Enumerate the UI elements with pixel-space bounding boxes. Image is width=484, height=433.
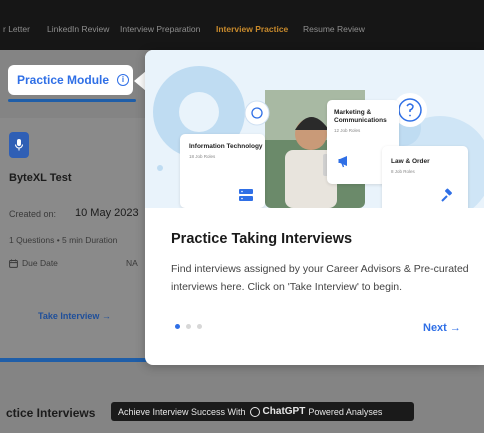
interview-card-bar (0, 358, 158, 362)
due-date-value: NA (126, 258, 138, 268)
onboarding-popover: Information Technology 18 Job Roles Mark… (145, 50, 484, 365)
chatgpt-promo-pill: Achieve Interview Success With ChatGPT P… (111, 402, 414, 421)
practice-module-underline (8, 99, 136, 102)
card-marketing-title: Marketing & Communications (334, 109, 387, 124)
nav-tab-resume-review[interactable]: Resume Review (303, 24, 365, 34)
popover-illustration: Information Technology 18 Job Roles Mark… (145, 50, 484, 208)
card-marketing-subtitle: 12 Job Roles (334, 128, 361, 133)
promo-brand: ChatGPT (262, 406, 306, 417)
practice-interviews-heading: ctice Interviews (6, 406, 96, 420)
next-button[interactable]: Next → (423, 322, 461, 334)
card-law-subtitle: 8 Job Roles (391, 169, 415, 174)
card-it-subtitle: 18 Job Roles (189, 154, 216, 159)
gavel-icon (441, 188, 452, 202)
nav-tab-interview-practice[interactable]: Interview Practice (216, 24, 288, 34)
pagination-dots (175, 324, 202, 329)
created-on-date: 10 May 2023 (75, 207, 139, 219)
pagination-dot-1[interactable] (175, 324, 180, 329)
promo-suffix: Powered Analyses (308, 406, 383, 417)
due-date-label: Due Date (22, 258, 58, 268)
megaphone-icon (338, 156, 347, 168)
due-date-row: Due Date (9, 258, 58, 268)
popover-title: Practice Taking Interviews (171, 231, 353, 247)
practice-module-label: Practice Module (17, 73, 110, 87)
nav-tab-interview-preparation[interactable]: Interview Preparation (120, 24, 200, 34)
popover-description: Find interviews assigned by your Career … (171, 263, 469, 293)
info-icon[interactable]: i (117, 74, 130, 86)
take-interview-link[interactable]: Take Interview → (38, 311, 111, 321)
card-information-technology: Information Technology 18 Job Roles (180, 134, 265, 208)
card-it-title: Information Technology (189, 143, 263, 150)
top-nav: r Letter LinkedIn Review Interview Prepa… (0, 0, 484, 50)
nav-tab-cover-letter[interactable]: r Letter (3, 24, 30, 34)
nav-tab-linkedin-review[interactable]: LinkedIn Review (47, 24, 109, 34)
practice-module-button[interactable]: Practice Module i (8, 65, 133, 95)
created-on-label: Created on: (9, 209, 57, 219)
interview-meta: 1 Questions • 5 min Duration (9, 235, 118, 245)
card-law-order: Law & Order 8 Job Roles (382, 146, 468, 208)
calendar-icon (9, 259, 18, 268)
promo-text: Achieve Interview Success With (118, 406, 246, 417)
chatgpt-logo-icon (249, 406, 260, 417)
microphone-icon (9, 132, 29, 158)
interview-card-title: ByteXL Test (9, 172, 72, 184)
pagination-dot-2[interactable] (186, 324, 191, 329)
server-icon (239, 189, 253, 201)
card-law-title: Law & Order (391, 158, 430, 165)
pagination-dot-3[interactable] (197, 324, 202, 329)
